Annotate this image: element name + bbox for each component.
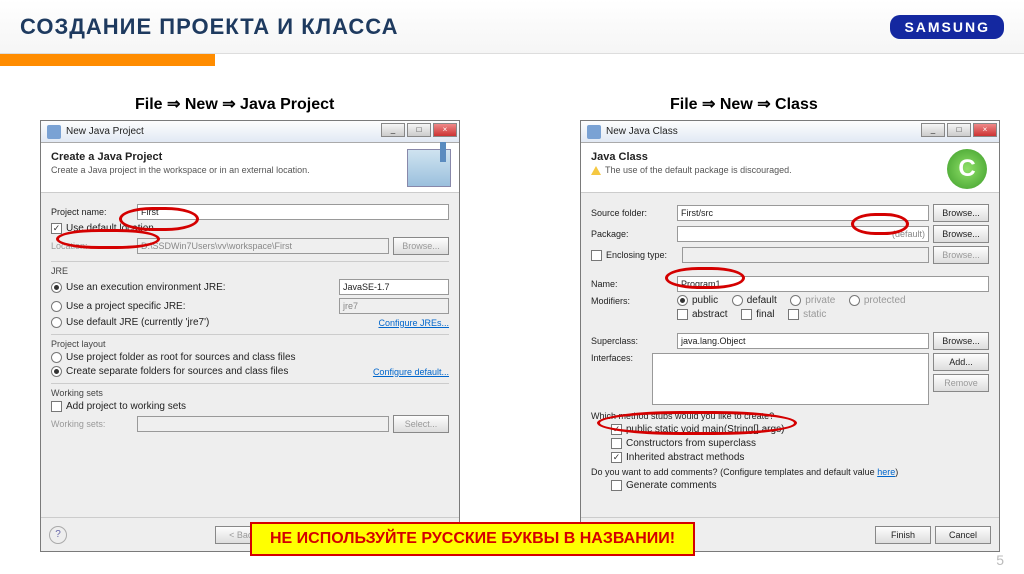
warning-icon <box>591 166 601 175</box>
remove-button: Remove <box>933 374 989 392</box>
dialog-sub: The use of the default package is discou… <box>605 165 792 175</box>
location-label: Location: <box>51 241 133 251</box>
titlebar[interactable]: New Java Project _□× <box>41 121 459 143</box>
cancel-button[interactable]: Cancel <box>935 526 991 544</box>
enclosing-input <box>682 247 929 263</box>
max-icon[interactable]: □ <box>947 123 971 137</box>
workingsets-section: Working sets <box>51 383 449 398</box>
new-java-class-dialog: New Java Class _□× Java Class The use of… <box>580 120 1000 552</box>
constructors-label: Constructors from superclass <box>626 438 756 449</box>
window-title: New Java Class <box>606 126 678 137</box>
slide-title: СОЗДАНИЕ ПРОЕКТА И КЛАССА <box>20 14 399 40</box>
ws-input <box>137 416 389 432</box>
eclipse-icon <box>587 125 601 139</box>
close-icon[interactable]: × <box>433 123 457 137</box>
jre-default-label: Use default JRE (currently 'jre7') <box>66 317 374 328</box>
browse-button: Browse... <box>933 246 989 264</box>
main-checkbox[interactable] <box>611 424 622 435</box>
use-default-label: Use default location <box>66 223 154 234</box>
here-link[interactable]: here <box>877 467 895 477</box>
jre-specific-select: jre7 <box>339 298 449 314</box>
max-icon[interactable]: □ <box>407 123 431 137</box>
browse-button: Browse... <box>393 237 449 255</box>
jre-specific-label: Use a project specific JRE: <box>66 301 335 312</box>
superclass-input[interactable]: java.lang.Object <box>677 333 929 349</box>
browse-button[interactable]: Browse... <box>933 204 989 222</box>
source-folder-label: Source folder: <box>591 208 673 218</box>
generate-comments-label: Generate comments <box>626 480 717 491</box>
inherited-checkbox[interactable] <box>611 452 622 463</box>
accent-bar <box>0 54 215 66</box>
use-default-checkbox[interactable] <box>51 223 62 234</box>
protected-radio <box>849 295 860 306</box>
new-java-project-dialog: New Java Project _□× Create a Java Proje… <box>40 120 460 552</box>
dialog-heading: Java Class <box>591 151 648 163</box>
interfaces-label: Interfaces: <box>591 353 648 363</box>
add-ws-label: Add project to working sets <box>66 401 186 412</box>
select-button: Select... <box>393 415 449 433</box>
inherited-label: Inherited abstract methods <box>626 452 744 463</box>
project-name-label: Project name: <box>51 207 133 217</box>
browse-button[interactable]: Browse... <box>933 332 989 350</box>
layout-root-radio[interactable] <box>51 352 62 363</box>
jre-env-radio[interactable] <box>51 282 62 293</box>
project-name-input[interactable]: First <box>137 204 449 220</box>
stubs-label: Which method stubs would you like to cre… <box>591 411 989 421</box>
location-input: D:\SSDWin7Users\vv\workspace\First <box>137 238 389 254</box>
layout-separate-label: Create separate folders for sources and … <box>66 366 369 377</box>
modifiers-label: Modifiers: <box>591 296 673 306</box>
warning-banner: НЕ ИСПОЛЬЗУЙТЕ РУССКИЕ БУКВЫ В НАЗВАНИИ! <box>250 522 695 556</box>
name-input[interactable]: Program1 <box>677 276 989 292</box>
enclosing-label: Enclosing type: <box>606 250 678 260</box>
final-checkbox[interactable] <box>741 309 752 320</box>
jre-env-label: Use an execution environment JRE: <box>66 282 335 293</box>
help-icon[interactable]: ? <box>49 526 67 544</box>
breadcrumb-left: File ⇒ New ⇒ Java Project <box>135 94 334 114</box>
package-label: Package: <box>591 229 673 239</box>
jre-section: JRE <box>51 261 449 276</box>
constructors-checkbox[interactable] <box>611 438 622 449</box>
configure-jre-link[interactable]: Configure JREs... <box>378 318 449 328</box>
class-icon: C <box>947 149 991 187</box>
breadcrumb-right: File ⇒ New ⇒ Class <box>670 94 818 114</box>
close-icon[interactable]: × <box>973 123 997 137</box>
window-title: New Java Project <box>66 126 144 137</box>
titlebar[interactable]: New Java Class _□× <box>581 121 999 143</box>
jre-env-select[interactable]: JavaSE-1.7 <box>339 279 449 295</box>
logo: SAMSUNG <box>890 15 1004 39</box>
superclass-label: Superclass: <box>591 336 673 346</box>
browse-button[interactable]: Browse... <box>933 225 989 243</box>
private-radio <box>790 295 801 306</box>
layout-separate-radio[interactable] <box>51 366 62 377</box>
add-button[interactable]: Add... <box>933 353 989 371</box>
static-checkbox <box>788 309 799 320</box>
layout-section: Project layout <box>51 334 449 349</box>
jre-default-radio[interactable] <box>51 317 62 328</box>
package-input[interactable]: (default) <box>677 226 929 242</box>
default-radio[interactable] <box>732 295 743 306</box>
dialog-sub: Create a Java project in the workspace o… <box>51 165 449 175</box>
public-radio[interactable] <box>677 295 688 306</box>
configure-default-link[interactable]: Configure default... <box>373 367 449 377</box>
folder-icon <box>407 149 451 187</box>
enclosing-checkbox[interactable] <box>591 250 602 261</box>
generate-comments-checkbox[interactable] <box>611 480 622 491</box>
eclipse-icon <box>47 125 61 139</box>
comments-label: Do you want to add comments? (Configure … <box>591 467 875 477</box>
jre-specific-radio[interactable] <box>51 301 62 312</box>
main-label: public static void main(String[] args) <box>626 424 784 435</box>
min-icon[interactable]: _ <box>381 123 405 137</box>
layout-root-label: Use project folder as root for sources a… <box>66 352 296 363</box>
abstract-checkbox[interactable] <box>677 309 688 320</box>
add-ws-checkbox[interactable] <box>51 401 62 412</box>
finish-button[interactable]: Finish <box>875 526 931 544</box>
interfaces-list[interactable] <box>652 353 929 405</box>
source-folder-input[interactable]: First/src <box>677 205 929 221</box>
dialog-heading: Create a Java Project <box>51 151 162 163</box>
page-number: 5 <box>996 552 1004 568</box>
ws-label: Working sets: <box>51 419 133 429</box>
name-label: Name: <box>591 279 673 289</box>
min-icon[interactable]: _ <box>921 123 945 137</box>
